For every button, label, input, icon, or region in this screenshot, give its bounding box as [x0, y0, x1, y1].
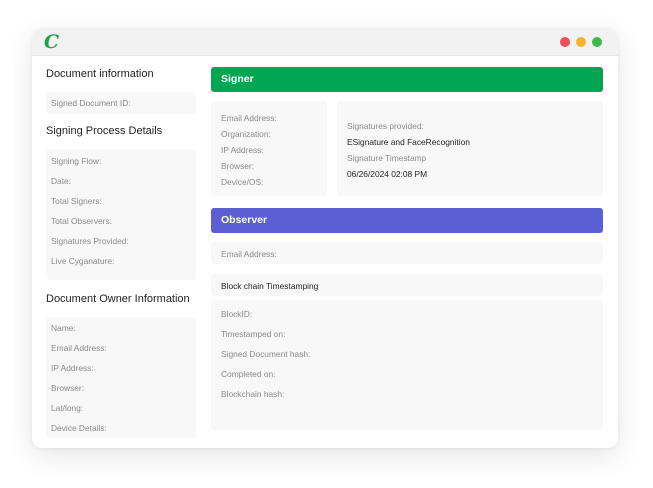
- document-id-box: Signed Document ID:: [46, 92, 196, 114]
- signing-flow-label: Signing Flow:: [51, 156, 102, 166]
- document-information-heading: Document information: [46, 68, 154, 80]
- owner-ip-label: IP Address:: [51, 363, 94, 373]
- blockchain-details-box: BlockID: Timestamped on: Signed Document…: [211, 300, 603, 430]
- blockchain-title-box: Block chain Timestamping: [211, 274, 603, 296]
- completed-on-label: Completed on:: [221, 369, 276, 379]
- date-label: Date:: [51, 176, 72, 186]
- close-window-button[interactable]: [560, 37, 570, 47]
- owner-device-label: Device Details:: [51, 423, 107, 433]
- signed-document-hash-label: Signed Document hash:: [221, 349, 311, 359]
- signature-timestamp-label: Signature Timestamp: [347, 153, 427, 163]
- blockchain-hash-label: Blockchain hash:: [221, 389, 285, 399]
- owner-name-label: Name:: [51, 323, 76, 333]
- observer-email-box: Email Address:: [211, 242, 603, 264]
- signer-email-label: Email Address:: [221, 113, 277, 123]
- minimize-window-button[interactable]: [576, 37, 586, 47]
- blockchain-title: Block chain Timestamping: [221, 281, 319, 291]
- owner-email-label: Email Address:: [51, 343, 107, 353]
- maximize-window-button[interactable]: [592, 37, 602, 47]
- app-window: C Document information Signed Document I…: [32, 28, 618, 448]
- signatures-provided-label: Signatures Provided:: [51, 236, 129, 246]
- signer-organization-label: Organization:: [221, 129, 271, 139]
- observer-header: Observer: [211, 208, 603, 233]
- app-logo: C: [44, 31, 60, 53]
- document-owner-box: Name: Email Address: IP Address: Browser…: [46, 317, 196, 438]
- total-observers-label: Total Observers:: [51, 216, 112, 226]
- timestamped-on-label: Timestamped on:: [221, 329, 286, 339]
- signatures-provided-label: Signatures provided:: [347, 121, 424, 131]
- block-id-label: BlockID:: [221, 309, 253, 319]
- total-signers-label: Total Signers:: [51, 196, 102, 206]
- signing-process-heading: Signing Process Details: [46, 125, 163, 137]
- owner-latlong-label: Lat/long:: [51, 403, 84, 413]
- signing-process-box: Signing Flow: Date: Total Signers: Total…: [46, 149, 196, 280]
- observer-email-label: Email Address:: [221, 249, 277, 259]
- document-owner-heading: Document Owner Information: [46, 293, 190, 305]
- owner-browser-label: Browser:: [51, 383, 85, 393]
- signer-signature-box: Signatures provided: ESignature and Face…: [337, 101, 603, 196]
- signature-timestamp-value: 06/26/2024 02:08 PM: [347, 169, 428, 179]
- live-cyganature-label: Live Cyganature:: [51, 256, 115, 266]
- signer-device-label: Device/OS:: [221, 177, 264, 187]
- signer-header: Signer: [211, 67, 603, 92]
- signer-browser-label: Browser:: [221, 161, 255, 171]
- signed-document-id-label: Signed Document ID:: [51, 98, 131, 108]
- title-bar: C: [32, 28, 618, 56]
- signatures-provided-value: ESignature and FaceRecognition: [347, 137, 470, 147]
- signer-details-box: Email Address: Organization: IP Address:…: [211, 101, 327, 196]
- signer-ip-label: IP Address:: [221, 145, 264, 155]
